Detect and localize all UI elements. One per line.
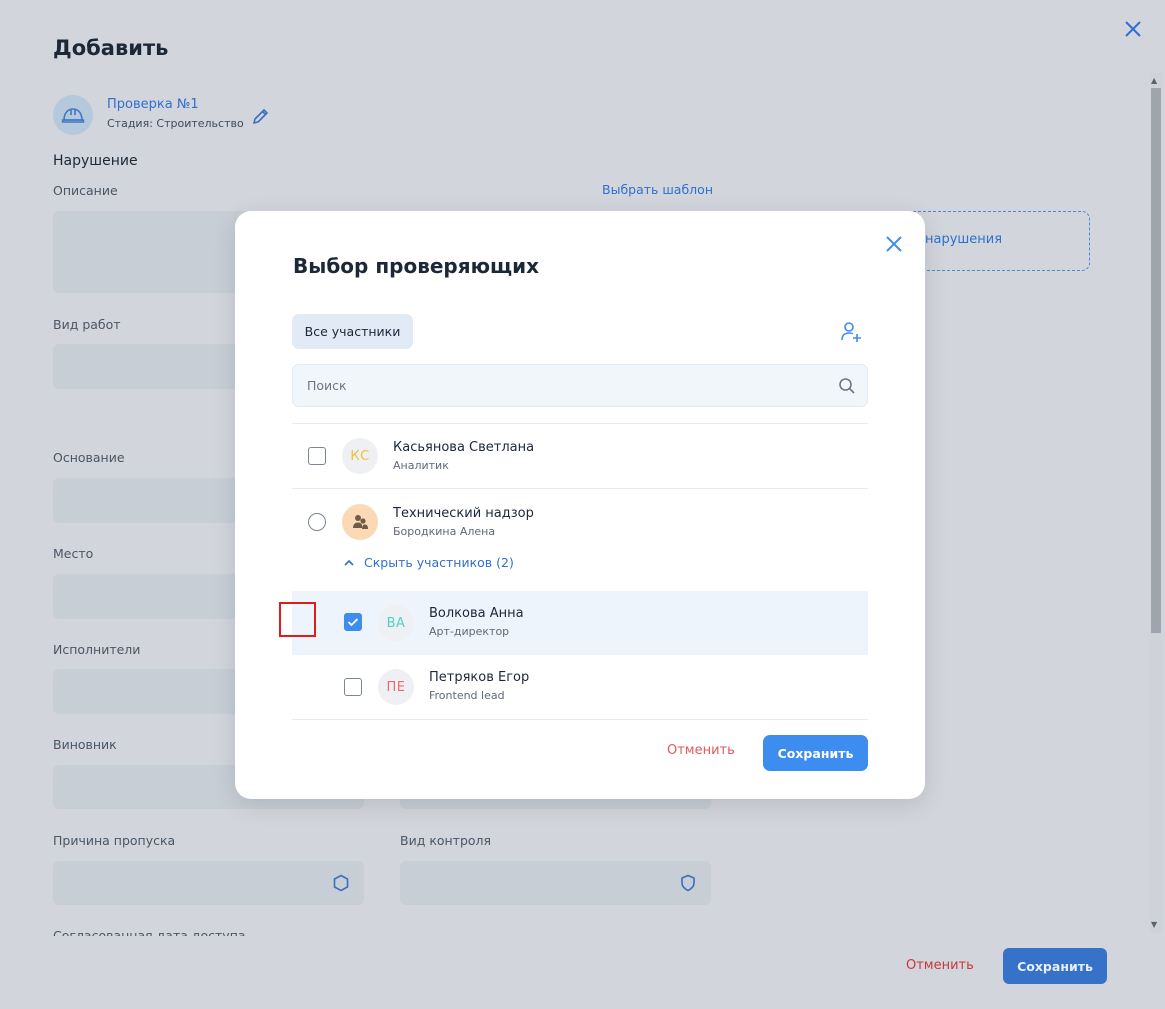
add-violation-photo-text[interactable]: нарушения [925, 232, 1002, 247]
scroll-up-arrow-icon[interactable]: ▲ [1151, 76, 1157, 85]
check-icon [347, 618, 359, 627]
modal-save-button[interactable]: Сохранить [763, 735, 868, 771]
control-type-field[interactable] [400, 861, 711, 905]
section-title: Нарушение [53, 153, 138, 169]
skip-reason-label: Причина пропуска [53, 833, 176, 848]
avatar: ВА [378, 605, 414, 641]
list-item[interactable]: ПЕ Петряков Егор Frontend lead [292, 655, 868, 719]
list-item[interactable]: КС Касьянова Светлана Аналитик [292, 424, 868, 489]
basis-label: Основание [53, 450, 125, 465]
participant-role: Аналитик [393, 459, 449, 472]
hide-participants-label: Скрыть участников (2) [364, 555, 514, 570]
hexagon-icon [333, 874, 349, 892]
work-type-field[interactable] [53, 344, 253, 389]
page-save-button[interactable]: Сохранить [1003, 948, 1107, 984]
group-radio[interactable] [308, 513, 326, 531]
participants-list: КС Касьянова Светлана Аналитик Техническ… [292, 423, 868, 720]
close-icon[interactable] [883, 233, 905, 255]
add-user-icon[interactable] [839, 320, 863, 344]
modal-title: Выбор проверяющих [293, 254, 540, 278]
basis-field[interactable] [53, 478, 253, 523]
pencil-icon[interactable] [251, 106, 271, 126]
search-input[interactable] [307, 365, 827, 406]
agreed-date-label: Согласованная дата доступа [53, 928, 246, 936]
list-item[interactable]: ВА Волкова Анна Арт-директор [292, 591, 868, 655]
description-field[interactable] [53, 211, 253, 293]
search-box [292, 364, 868, 407]
executors-field[interactable] [53, 669, 253, 714]
participant-role: Арт-директор [429, 625, 510, 638]
tab-all-participants[interactable]: Все участники [292, 314, 413, 349]
group-lead: Бородкина Алена [393, 525, 496, 538]
scroll-down-arrow-icon[interactable]: ▼ [1151, 920, 1157, 929]
group-users-icon [342, 504, 378, 540]
inspection-stage: Стадия: Строительство [107, 117, 244, 130]
skip-reason-field[interactable] [53, 861, 364, 905]
inspection-title[interactable]: Проверка №1 [107, 97, 199, 112]
hide-participants-toggle[interactable]: Скрыть участников (2) [344, 555, 514, 570]
culprit-label: Виновник [53, 737, 117, 752]
checkbox[interactable] [308, 447, 326, 465]
avatar: ПЕ [378, 669, 414, 705]
helmet-icon [53, 95, 93, 135]
participant-name: Касьянова Светлана [393, 440, 535, 455]
work-type-label: Вид работ [53, 317, 121, 332]
description-label: Описание [53, 183, 118, 198]
place-field[interactable] [53, 574, 253, 619]
modal-cancel-button[interactable]: Отменить [667, 743, 735, 758]
participant-role: Frontend lead [429, 689, 505, 702]
checkbox[interactable] [344, 678, 362, 696]
shield-icon [681, 874, 695, 892]
select-inspectors-modal: Выбор проверяющих Все участники КС Касья… [235, 211, 925, 799]
scrollbar-thumb[interactable] [1151, 88, 1161, 633]
close-icon[interactable] [1121, 17, 1145, 41]
group-name: Технический надзор [393, 506, 534, 521]
choose-template-link[interactable]: Выбрать шаблон [602, 182, 713, 197]
page-title: Добавить [53, 36, 169, 60]
executors-label: Исполнители [53, 642, 141, 657]
page-cancel-button[interactable]: Отменить [906, 958, 974, 973]
participant-name: Волкова Анна [429, 606, 524, 621]
avatar: КС [342, 438, 378, 474]
control-type-label: Вид контроля [400, 833, 492, 848]
selection-highlight-box [279, 602, 316, 637]
chevron-up-icon [344, 559, 354, 566]
place-label: Место [53, 546, 94, 561]
search-icon[interactable] [838, 377, 856, 395]
checkbox-checked[interactable] [344, 613, 362, 631]
group-item[interactable]: Технический надзор Бородкина Алена Скрыт… [292, 489, 868, 591]
participant-name: Петряков Егор [429, 670, 530, 685]
